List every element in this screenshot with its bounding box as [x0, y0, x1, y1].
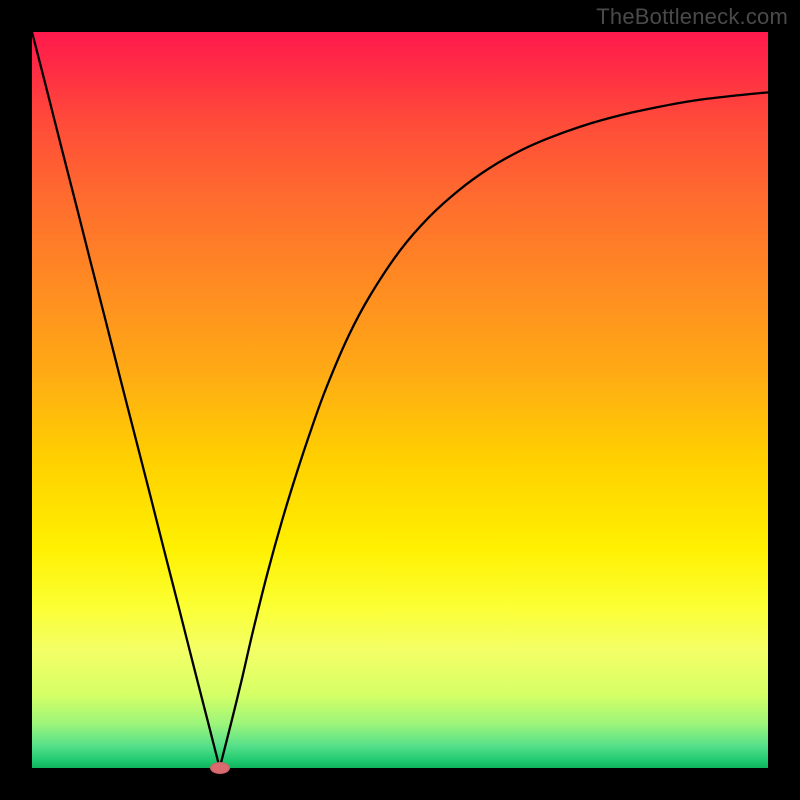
minimum-marker [210, 762, 230, 774]
watermark-text: TheBottleneck.com [596, 4, 788, 30]
chart-frame: TheBottleneck.com [0, 0, 800, 800]
bottleneck-curve [32, 32, 768, 768]
curve-svg [32, 32, 768, 768]
plot-area [32, 32, 768, 768]
